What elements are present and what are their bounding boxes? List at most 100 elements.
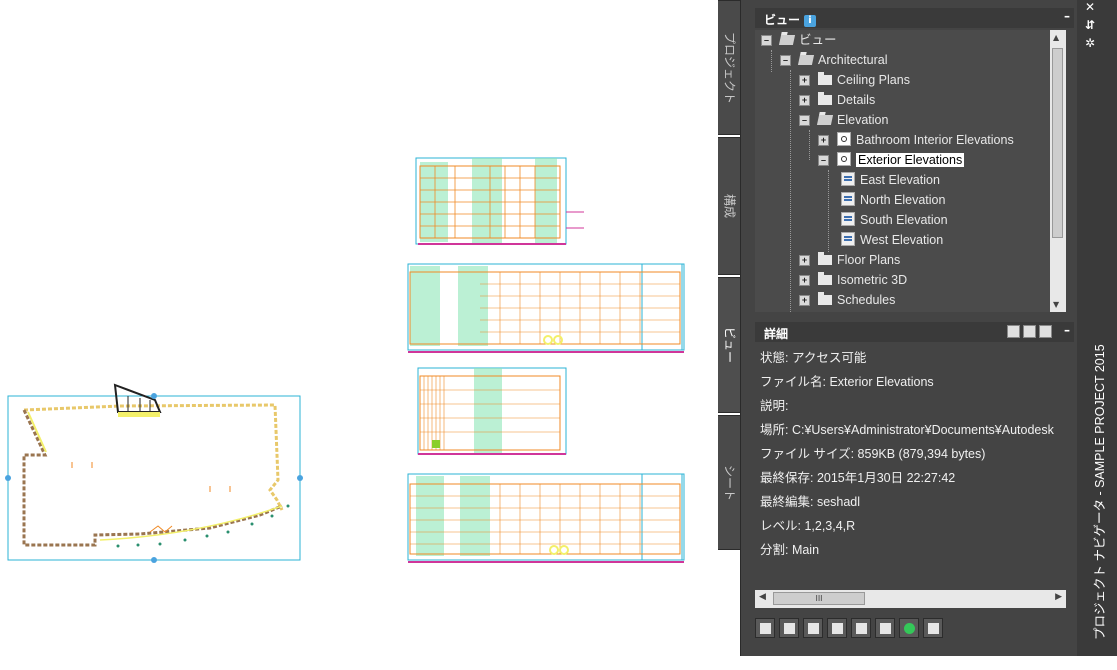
tree-item-schedules[interactable]: + Schedules xyxy=(799,290,895,310)
detail-division: 分割: Main xyxy=(760,543,820,557)
project-navigator-palette: ビュー i – – ビュー – Architectural + Ceiling Plan… xyxy=(740,0,1078,656)
collapse-icon[interactable]: – xyxy=(818,155,829,166)
tree-item-floor-plans[interactable]: + Floor Plans xyxy=(799,250,900,270)
tab-project[interactable]: プロジェクト xyxy=(718,0,742,135)
tab-sheets[interactable]: シート xyxy=(718,415,742,550)
collapse-icon[interactable]: – xyxy=(799,115,810,126)
details-section-header[interactable]: 詳細 – xyxy=(755,322,1074,342)
close-icon[interactable]: ✕ xyxy=(1085,0,1095,14)
palette-title-bar[interactable]: ✕ ⇵ ✲ プロジェクト ナビゲータ - SAMPLE PROJECT 2015 xyxy=(1077,0,1117,656)
views-section-header[interactable]: ビュー i – xyxy=(755,8,1074,28)
elevation-drawing-2[interactable] xyxy=(407,263,685,353)
delete-button[interactable] xyxy=(827,618,847,638)
add-view-icon xyxy=(784,623,795,634)
tree-item-ceiling-plans[interactable]: + Ceiling Plans xyxy=(799,70,910,90)
regenerate-button[interactable] xyxy=(899,618,919,638)
tree-item-east-elevation[interactable]: East Elevation xyxy=(841,170,940,190)
repath-icon xyxy=(928,623,939,634)
add-category-button[interactable] xyxy=(755,618,775,638)
folder-open-icon xyxy=(797,55,815,65)
tree-item-label: ビュー xyxy=(799,33,837,47)
tree-item-label: East Elevation xyxy=(860,173,940,187)
new-folder-icon xyxy=(760,623,771,634)
tree-item-bathroom-interior-elevations[interactable]: + Bathroom Interior Elevations xyxy=(818,130,1014,150)
view-type-icon xyxy=(837,132,851,146)
properties-button[interactable] xyxy=(875,618,895,638)
repath-button[interactable] xyxy=(923,618,943,638)
tree-item-label: Elevation xyxy=(837,113,889,127)
preview-icon[interactable] xyxy=(1007,325,1020,338)
tree-item-label: Isometric 3D xyxy=(837,273,908,287)
palette-title: プロジェクト ナビゲータ - SAMPLE PROJECT 2015 xyxy=(1093,344,1107,640)
folder-icon xyxy=(818,252,832,265)
expand-icon[interactable]: + xyxy=(818,135,829,146)
scroll-up-arrow-icon[interactable]: ▲ xyxy=(1053,33,1059,42)
details-toolbar xyxy=(1004,325,1052,341)
details-view-icon[interactable] xyxy=(1023,325,1036,338)
tree-item-south-elevation[interactable]: South Elevation xyxy=(841,210,948,230)
tree-item-label: South Elevation xyxy=(860,213,948,227)
tree-item-views-root[interactable]: – ビュー xyxy=(761,30,837,50)
tree-item-label: Details xyxy=(837,93,876,107)
tree-item-label-selected: Exterior Elevations xyxy=(856,153,965,167)
tree-item-north-elevation[interactable]: North Elevation xyxy=(841,190,945,210)
tab-views-label: ビュー xyxy=(722,326,736,364)
tree-item-label: Ceiling Plans xyxy=(837,73,910,87)
tree-vertical-scrollbar[interactable]: ▲ ▼ xyxy=(1050,30,1066,312)
detail-file-name: ファイル名: Exterior Elevations xyxy=(760,375,934,389)
collapse-icon[interactable]: – xyxy=(780,55,791,66)
drawing-canvas[interactable] xyxy=(0,0,718,670)
detail-levels: レベル: 1,2,3,4,R xyxy=(760,519,856,533)
detail-description: 説明: xyxy=(760,399,789,413)
expand-icon[interactable]: + xyxy=(799,275,810,286)
folder-open-icon xyxy=(816,115,834,125)
tab-views[interactable]: ビュー xyxy=(718,277,742,413)
tab-project-label: プロジェクト xyxy=(722,31,736,104)
open-xref-button[interactable] xyxy=(851,618,871,638)
collapse-views-button[interactable]: – xyxy=(1064,9,1070,23)
details-section-title: 詳細 xyxy=(764,327,789,341)
elevation-view-icon xyxy=(841,172,855,186)
details-panel: 状態: アクセス可能 ファイル名: Exterior Elevations 説明… xyxy=(755,346,1066,586)
auto-hide-icon[interactable]: ⇵ xyxy=(1085,18,1095,32)
views-section-title: ビュー xyxy=(764,13,801,27)
tree-connector xyxy=(790,70,791,312)
tree-item-west-elevation[interactable]: West Elevation xyxy=(841,230,943,250)
tree-item-elevation[interactable]: – Elevation xyxy=(799,110,888,130)
trash-icon xyxy=(832,623,843,634)
elevation-drawing-4[interactable] xyxy=(407,473,685,563)
add-detail-view-button[interactable] xyxy=(803,618,823,638)
collapse-icon[interactable]: – xyxy=(761,35,772,46)
elevation-drawing-3[interactable] xyxy=(417,367,567,455)
tree-item-exterior-elevations[interactable]: – Exterior Elevations xyxy=(818,150,965,170)
detail-last-saved: 最終保存: 2015年1月30日 22:27:42 xyxy=(760,471,956,485)
tree-item-isometric-3d[interactable]: + Isometric 3D xyxy=(799,270,907,290)
floor-plan-drawing[interactable] xyxy=(5,383,303,563)
scroll-right-arrow-icon[interactable]: ▶ xyxy=(1055,592,1062,602)
tree-item-details[interactable]: + Details xyxy=(799,90,875,110)
scroll-thumb[interactable]: III xyxy=(773,592,865,605)
add-view-button[interactable] xyxy=(779,618,799,638)
scroll-down-arrow-icon[interactable]: ▼ xyxy=(1053,300,1059,309)
detail-location: 場所: C:¥Users¥Administrator¥Documents¥Aut… xyxy=(760,423,1054,437)
expand-icon[interactable]: + xyxy=(799,295,810,306)
properties-icon[interactable]: ✲ xyxy=(1085,36,1095,50)
folder-icon xyxy=(818,92,832,105)
info-icon[interactable]: i xyxy=(804,15,817,27)
folder-icon xyxy=(818,272,832,285)
expand-icon[interactable]: + xyxy=(799,75,810,86)
views-tree[interactable]: – ビュー – Architectural + Ceiling Plans + Deta… xyxy=(755,30,1050,312)
scroll-left-arrow-icon[interactable]: ◀ xyxy=(759,592,766,602)
details-horizontal-scrollbar[interactable]: ◀ III ▶ xyxy=(755,590,1066,608)
side-tab-strip: プロジェクト 構成 ビュー シート xyxy=(718,0,742,670)
refresh-preview-icon[interactable] xyxy=(1039,325,1052,338)
scroll-thumb[interactable] xyxy=(1052,48,1063,238)
collapse-details-button[interactable]: – xyxy=(1064,323,1070,337)
tree-item-architectural[interactable]: – Architectural xyxy=(780,50,887,70)
tree-connector xyxy=(771,50,772,72)
elevation-drawing-1[interactable] xyxy=(415,157,584,245)
expand-icon[interactable]: + xyxy=(799,95,810,106)
expand-icon[interactable]: + xyxy=(799,255,810,266)
table-icon xyxy=(880,623,891,634)
tab-constructs[interactable]: 構成 xyxy=(718,137,742,275)
